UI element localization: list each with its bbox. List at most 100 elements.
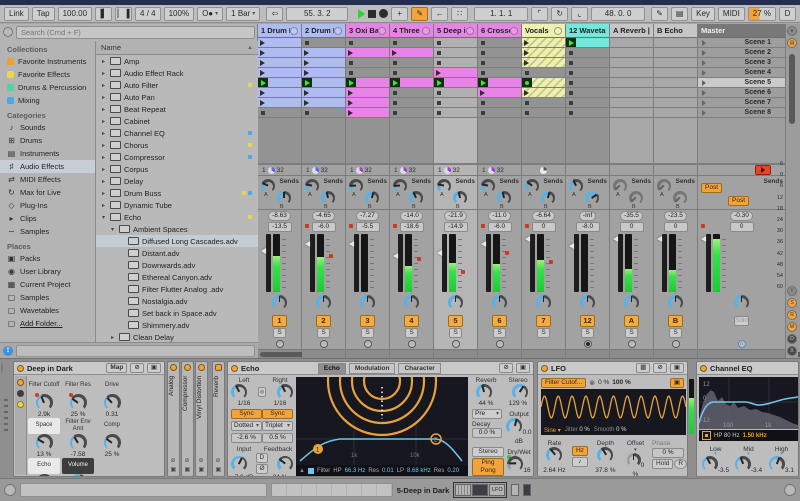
solo-button[interactable]: S [669, 328, 682, 338]
send-b-knob[interactable] [453, 191, 467, 205]
sidebar-item-drums-percussion[interactable]: Drums & Percussion [0, 81, 95, 94]
fader-handle[interactable] [525, 236, 530, 242]
status-help-icon[interactable] [784, 484, 796, 496]
fader-handle[interactable] [481, 241, 486, 247]
clip-slot[interactable] [302, 88, 345, 98]
sidebar-item-current-project[interactable]: ▦Current Project [0, 278, 95, 291]
jitter-value[interactable]: 0 % [579, 427, 589, 433]
volume-field[interactable]: -13.5 [268, 222, 292, 232]
master-solo-button[interactable]: Solo [734, 316, 749, 326]
expand-arrow-icon[interactable]: ▸ [100, 106, 107, 113]
send-b-post-button[interactable]: Post [728, 196, 749, 206]
volume-field[interactable]: 0 [664, 222, 688, 232]
track-header-circle-icon[interactable] [466, 27, 474, 35]
browser-list-item[interactable]: Downwards.adv [96, 259, 258, 271]
device-on-led[interactable] [541, 365, 548, 372]
sidebar-item-max-for-live[interactable]: ↻Max for Live [0, 186, 95, 199]
overview-toggle-icon[interactable]: ≡ [787, 26, 797, 36]
computer-midi-keyboard-button[interactable]: ▤ [671, 7, 688, 21]
right-offset-field[interactable]: 0.5 % [262, 433, 293, 443]
send-b-knob[interactable] [541, 191, 555, 205]
playing-indicator[interactable] [390, 78, 400, 87]
tempo-field[interactable]: 100.00 [58, 7, 92, 21]
clip-slot-playing[interactable] [478, 78, 521, 88]
clip-stop-icon[interactable] [569, 91, 573, 95]
clip-launch-icon[interactable] [348, 50, 358, 56]
arm-button[interactable]: ◌ [408, 340, 416, 348]
drift-button[interactable]: D [256, 453, 267, 463]
clip-stop-icon[interactable] [481, 61, 485, 65]
clip-stop-icon[interactable] [437, 51, 441, 55]
fader-handle[interactable] [261, 248, 266, 254]
device-title[interactable]: Channel EQ [710, 364, 753, 373]
record-quantize-menu[interactable]: O●▾ [197, 7, 223, 21]
track-header[interactable]: 5 Deep in [434, 24, 477, 38]
macro-knob[interactable] [36, 474, 53, 477]
clip-stop-slot[interactable] [390, 58, 433, 68]
tab-modulation[interactable]: Modulation [349, 363, 396, 374]
re-enable-automation-button[interactable]: ← [431, 7, 448, 21]
clip-stop-icon[interactable] [569, 71, 573, 75]
h-scroll-track[interactable] [478, 349, 521, 358]
sidebar-item-midi-effects[interactable]: ⇄MIDI Effects [0, 173, 95, 186]
browser-list-item[interactable]: ▸Beat Repeat [96, 103, 258, 115]
macro-value[interactable]: 25 % [105, 451, 120, 458]
send-a-knob[interactable] [613, 179, 627, 193]
clip-stop-icon[interactable] [437, 101, 441, 105]
lfo-max-value[interactable]: 100 % [612, 379, 630, 386]
mixer-toggle-s[interactable]: S [787, 298, 797, 308]
volume-field[interactable]: 0 [620, 222, 644, 232]
arm-button[interactable]: ◌ [628, 340, 636, 348]
clip-stop-icon[interactable] [525, 71, 529, 75]
eq-spectrum-display[interactable]: 120-121001k [699, 377, 798, 429]
send-a-knob[interactable] [657, 179, 671, 193]
hot-swap-icon[interactable]: ⊘ [185, 457, 190, 464]
map-mode-button[interactable]: Map [106, 363, 127, 373]
track-header-circle-icon[interactable] [290, 27, 298, 35]
hot-swap-icon[interactable]: ⊘ [653, 363, 666, 373]
send-a-knob[interactable] [305, 179, 319, 193]
smooth-value[interactable]: 0 % [616, 427, 626, 433]
sidebar-item-packs[interactable]: ▣Packs [0, 252, 95, 265]
hp-res-value[interactable]: 0.01 [382, 468, 394, 474]
clip-stop-slot[interactable] [522, 108, 565, 118]
automation-arm-button[interactable]: ✎ [411, 7, 428, 21]
mixer-toggle-io[interactable]: I [787, 286, 797, 296]
track-header[interactable]: B Echo [654, 24, 697, 38]
macro-value[interactable]: -7.58 [71, 451, 86, 458]
return-empty-slot[interactable] [654, 68, 697, 78]
track-activator-button[interactable]: 5 [448, 315, 463, 327]
echo-tunnel-display[interactable]: 1k10k12 [296, 377, 468, 465]
macro-value[interactable]: 0.31 [106, 411, 119, 418]
clip-slot-playing[interactable] [302, 78, 345, 88]
send-a-knob[interactable] [481, 179, 495, 193]
solo-button[interactable]: S [361, 328, 374, 338]
macro-label[interactable]: Filter Res [62, 378, 94, 394]
loop-start-field[interactable]: 1. 1. 1 [474, 7, 528, 21]
expand-arrow-icon[interactable]: ▸ [100, 118, 107, 125]
browser-list-item[interactable]: Shimmery.adv [96, 319, 258, 331]
hp-freq-value[interactable]: 66.3 Hz [345, 468, 366, 474]
phase-invert-button[interactable]: Ø [256, 464, 267, 474]
browser-list-item[interactable]: Filter Flutter Analog .adv [96, 283, 258, 295]
send-b-knob[interactable] [409, 191, 423, 205]
clip-slot[interactable] [302, 68, 345, 78]
macro-value[interactable]: 25 % [71, 411, 86, 418]
scene-launch-icon[interactable] [702, 110, 706, 116]
scene-launch-icon[interactable] [702, 50, 706, 56]
offset-knob[interactable] [627, 453, 641, 467]
output-knob[interactable] [506, 418, 522, 434]
stereo-link-button[interactable]: ◎ [258, 387, 266, 397]
rate-knob[interactable] [546, 447, 562, 463]
new-button[interactable]: + [391, 7, 408, 21]
clip-slot[interactable] [258, 48, 301, 58]
sidebar-item-favorite-effects[interactable]: Favorite Effects [0, 68, 95, 81]
expand-arrow-icon[interactable]: ▸ [100, 58, 107, 65]
save-preset-icon[interactable]: ▣ [516, 363, 530, 373]
pan-knob[interactable] [272, 295, 287, 310]
playing-indicator[interactable] [434, 78, 444, 87]
lfo-map-target-button[interactable]: Filter Cutof... [541, 378, 586, 388]
track-header[interactable]: A Reverb | C [610, 24, 653, 38]
return-empty-slot[interactable] [654, 38, 697, 48]
clip-stop-slot[interactable] [434, 108, 477, 118]
